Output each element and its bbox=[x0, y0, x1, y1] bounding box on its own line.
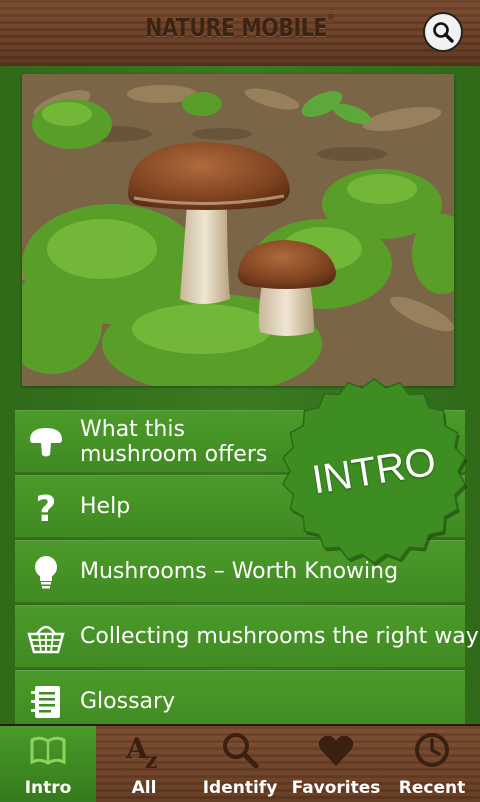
menu-item-label: What this mushroom offers bbox=[80, 416, 268, 467]
svg-text:?: ? bbox=[36, 489, 57, 526]
tab-intro[interactable]: Intro bbox=[0, 726, 96, 802]
main-content: What this mushroom offers ? Help Mushroo… bbox=[0, 66, 480, 733]
badge-label: INTRO bbox=[309, 439, 439, 502]
tab-identify[interactable]: Identify bbox=[192, 726, 288, 802]
tab-label: Identify bbox=[202, 778, 278, 798]
tab-favorites[interactable]: Favorites bbox=[288, 726, 384, 802]
search-button[interactable] bbox=[423, 12, 463, 52]
heart-icon bbox=[318, 735, 354, 766]
tab-label: Intro bbox=[24, 778, 72, 798]
menu-item-collecting[interactable]: Collecting mushrooms the right way bbox=[15, 605, 479, 668]
intro-badge: INTRO bbox=[279, 376, 469, 566]
tab-label: Favorites bbox=[291, 778, 381, 798]
book-icon bbox=[30, 736, 66, 765]
notebook-icon bbox=[31, 686, 60, 718]
svg-text:z: z bbox=[145, 748, 158, 770]
menu-item-label: Glossary bbox=[80, 689, 176, 714]
tab-recent[interactable]: Recent bbox=[384, 726, 480, 802]
basket-icon bbox=[27, 625, 65, 654]
tab-label: Recent bbox=[398, 778, 466, 798]
bottom-tab-bar: Intro A z All Identify Favorites Recent bbox=[0, 724, 480, 802]
registered-mark: ® bbox=[327, 13, 335, 24]
menu-item-label: Collecting mushrooms the right way bbox=[80, 624, 479, 649]
mushroom-icon bbox=[30, 428, 62, 457]
tab-all[interactable]: A z All bbox=[96, 726, 192, 802]
clock-icon bbox=[415, 733, 449, 767]
mushroom-photo bbox=[22, 74, 454, 386]
tab-label: All bbox=[131, 778, 157, 798]
brand-logo: NATURE MOBILE® bbox=[43, 13, 437, 42]
question-icon: ? bbox=[36, 489, 57, 526]
app-header: NATURE MOBILE® bbox=[0, 0, 480, 68]
magnifier-icon bbox=[223, 733, 259, 769]
menu-item-label: Help bbox=[80, 494, 131, 519]
search-icon bbox=[433, 22, 454, 43]
lightbulb-icon bbox=[35, 556, 57, 589]
brand-text: NATURE MOBILE bbox=[145, 13, 328, 42]
az-icon: A z bbox=[125, 732, 158, 770]
